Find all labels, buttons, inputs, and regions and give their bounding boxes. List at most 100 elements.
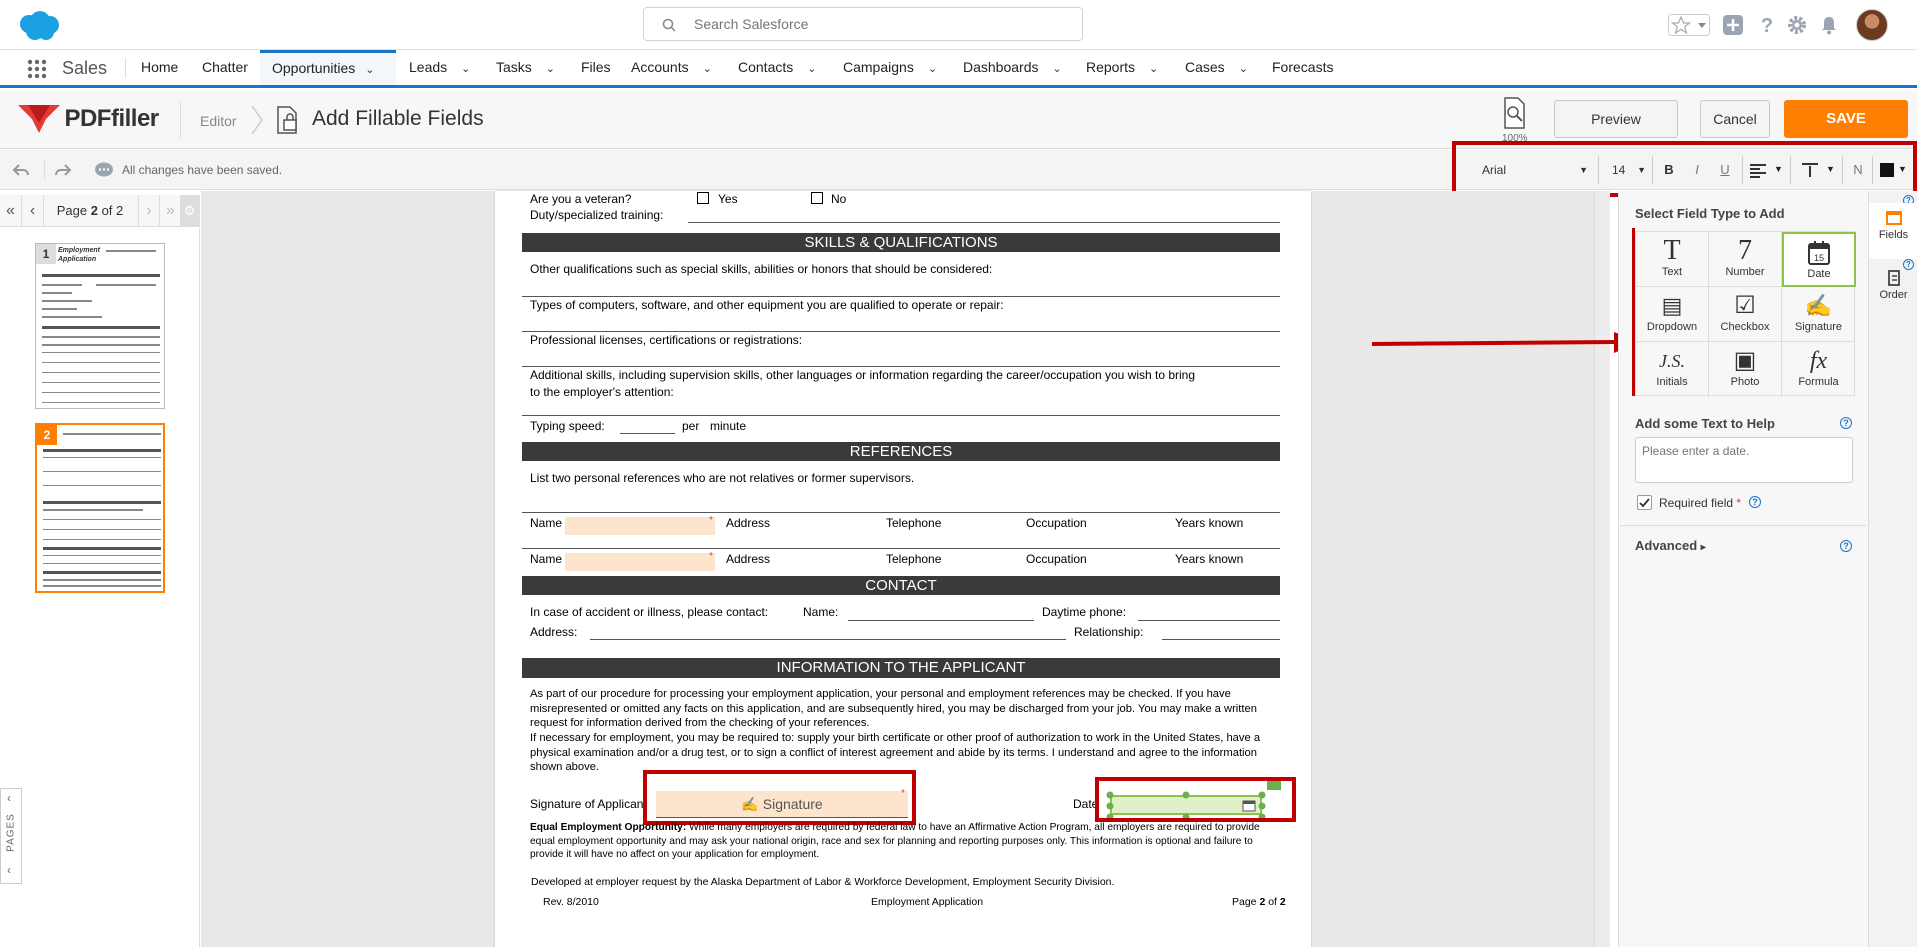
field-type-formula[interactable]: fx Formula bbox=[1782, 342, 1855, 397]
field-type-dropdown[interactable]: ▤ Dropdown bbox=[1636, 287, 1709, 342]
search-box[interactable] bbox=[643, 7, 1083, 41]
chevron-down-icon[interactable]: ⌄ bbox=[1239, 52, 1248, 87]
text-icon: T bbox=[1663, 235, 1681, 266]
font-size-select[interactable]: 14 ▼ bbox=[1612, 156, 1646, 184]
last-page-icon[interactable]: » bbox=[160, 195, 182, 226]
nav-item-leads[interactable]: Leads ⌄ bbox=[409, 50, 470, 85]
nav-item-contacts[interactable]: Contacts ⌄ bbox=[738, 50, 816, 85]
chevron-down-icon[interactable]: ⌄ bbox=[1053, 52, 1062, 87]
date-field-settings-icon[interactable] bbox=[1267, 780, 1281, 790]
collapse-down-icon[interactable]: ‹ bbox=[7, 863, 11, 877]
add-plus-icon[interactable] bbox=[1722, 14, 1744, 36]
advanced-toggle[interactable]: Advanced ▸ bbox=[1635, 538, 1706, 553]
nav-item-accounts[interactable]: Accounts ⌄ bbox=[631, 50, 712, 85]
next-page-icon[interactable]: › bbox=[138, 195, 160, 226]
tab-label: Order bbox=[1879, 289, 1908, 301]
align-left-icon[interactable] bbox=[1750, 162, 1766, 178]
chevron-down-icon[interactable]: ▼ bbox=[1774, 164, 1783, 174]
nav-item-opportunities[interactable]: Opportunities ⌄ bbox=[260, 50, 396, 85]
field-type-initials[interactable]: J.S. Initials bbox=[1636, 342, 1709, 397]
chevron-down-icon[interactable]: ▼ bbox=[1898, 164, 1907, 174]
date-field-resize-handles[interactable] bbox=[1104, 790, 1268, 822]
field-type-label: Date bbox=[1807, 268, 1831, 280]
undo-icon[interactable] bbox=[12, 162, 30, 178]
chevron-down-icon[interactable]: ⌄ bbox=[365, 55, 374, 85]
app-launcher-icon[interactable] bbox=[27, 59, 47, 79]
nav-item-dashboards[interactable]: Dashboards ⌄ bbox=[963, 50, 1062, 85]
veteran-no-checkbox[interactable] bbox=[811, 192, 823, 204]
chevron-down-icon[interactable]: ⌄ bbox=[461, 52, 470, 87]
fillable-document-icon bbox=[277, 106, 297, 134]
page-thumbnail-1[interactable]: 1 Employment Application bbox=[35, 243, 165, 409]
text-color-swatch[interactable] bbox=[1880, 163, 1894, 177]
bold-button[interactable]: B bbox=[1656, 156, 1682, 184]
calendar-icon: 15 bbox=[1808, 241, 1830, 265]
chevron-down-icon[interactable]: ▼ bbox=[1826, 164, 1835, 174]
chat-bubble-icon[interactable] bbox=[94, 162, 114, 178]
font-family-select[interactable]: Arial ▼ bbox=[1482, 156, 1592, 184]
veteran-yes-checkbox[interactable] bbox=[697, 192, 709, 204]
help-icon[interactable]: ? bbox=[1756, 14, 1778, 36]
field-type-label: Signature bbox=[1794, 321, 1843, 333]
gear-icon[interactable] bbox=[1786, 14, 1808, 36]
page-thumbnail-2[interactable]: 2 bbox=[35, 423, 165, 593]
ref-col-occupation: Occupation bbox=[1026, 552, 1087, 566]
page-settings-gear-icon[interactable]: ⚙ bbox=[180, 195, 200, 226]
breadcrumb-editor[interactable]: Editor bbox=[200, 113, 237, 129]
prev-page-icon[interactable]: ‹ bbox=[22, 195, 44, 226]
chevron-down-icon[interactable]: ⌄ bbox=[1149, 52, 1158, 87]
help-text-input[interactable] bbox=[1635, 437, 1853, 483]
nav-item-label: Opportunities bbox=[272, 60, 356, 76]
nav-item-campaigns[interactable]: Campaigns ⌄ bbox=[843, 50, 937, 85]
cancel-button[interactable]: Cancel bbox=[1700, 100, 1770, 138]
favorites-star-icon[interactable] bbox=[1668, 14, 1710, 36]
save-button[interactable]: SAVE bbox=[1784, 100, 1908, 138]
field-type-text[interactable]: T Text bbox=[1636, 232, 1709, 287]
field-type-checkbox[interactable]: ☑ Checkbox bbox=[1709, 287, 1782, 342]
required-field-checkbox[interactable] bbox=[1637, 495, 1652, 510]
current-page[interactable]: 2 bbox=[91, 203, 98, 218]
chevron-down-icon[interactable]: ⌄ bbox=[928, 52, 937, 87]
chevron-down-icon[interactable]: ⌄ bbox=[703, 52, 712, 87]
preview-button[interactable]: Preview bbox=[1554, 100, 1678, 138]
nav-item-reports[interactable]: Reports ⌄ bbox=[1086, 50, 1158, 85]
toolbar-divider bbox=[44, 160, 45, 180]
veteran-no-label: No bbox=[831, 192, 847, 206]
salesforce-cloud-icon[interactable] bbox=[15, 10, 61, 42]
nav-item-files[interactable]: Files bbox=[581, 50, 611, 85]
italic-button[interactable]: I bbox=[1684, 156, 1710, 184]
avatar[interactable] bbox=[1856, 9, 1888, 41]
vertical-align-icon[interactable] bbox=[1802, 162, 1818, 178]
tab-fields[interactable]: Fields bbox=[1869, 203, 1917, 259]
pages-tab[interactable]: ‹ PAGES ‹ bbox=[0, 788, 22, 884]
document-scrollbar[interactable] bbox=[1594, 191, 1610, 947]
search-input[interactable] bbox=[694, 8, 1074, 40]
field-type-number[interactable]: 7 Number bbox=[1709, 232, 1782, 287]
nav-item-tasks[interactable]: Tasks ⌄ bbox=[496, 50, 555, 85]
tab-order[interactable]: Order bbox=[1869, 263, 1917, 319]
nav-item-forecasts[interactable]: Forecasts bbox=[1272, 50, 1333, 85]
normal-text-button[interactable]: N bbox=[1846, 156, 1870, 184]
reference-name-field-1[interactable] bbox=[565, 517, 715, 535]
reference-name-field-2[interactable] bbox=[565, 553, 715, 571]
signature-field[interactable]: ✍ Signature bbox=[656, 791, 908, 817]
required-help-icon[interactable]: ? bbox=[1749, 496, 1761, 508]
help-question-icon[interactable]: ? bbox=[1840, 417, 1852, 429]
skills-line: Other qualifications such as special ski… bbox=[530, 262, 993, 276]
redo-icon[interactable] bbox=[54, 162, 72, 178]
chevron-down-icon[interactable]: ⌄ bbox=[807, 52, 816, 87]
field-type-date[interactable]: 15 Date bbox=[1782, 232, 1856, 287]
bell-icon[interactable] bbox=[1818, 14, 1840, 36]
zoom-icon[interactable] bbox=[1502, 97, 1528, 131]
nav-item-home[interactable]: Home bbox=[141, 50, 178, 85]
nav-item-chatter[interactable]: Chatter bbox=[202, 50, 248, 85]
chevron-down-icon[interactable]: ⌄ bbox=[546, 52, 555, 87]
field-type-signature[interactable]: ✍ Signature bbox=[1782, 287, 1855, 342]
advanced-help-icon[interactable]: ? bbox=[1840, 540, 1852, 552]
field-type-photo[interactable]: ▣ Photo bbox=[1709, 342, 1782, 397]
underline-button[interactable]: U bbox=[1712, 156, 1738, 184]
thumbnail-content bbox=[42, 250, 160, 403]
nav-item-cases[interactable]: Cases ⌄ bbox=[1185, 50, 1248, 85]
first-page-icon[interactable]: « bbox=[0, 195, 22, 226]
info-paragraph-2: If necessary for employment, you may be … bbox=[530, 732, 1261, 773]
